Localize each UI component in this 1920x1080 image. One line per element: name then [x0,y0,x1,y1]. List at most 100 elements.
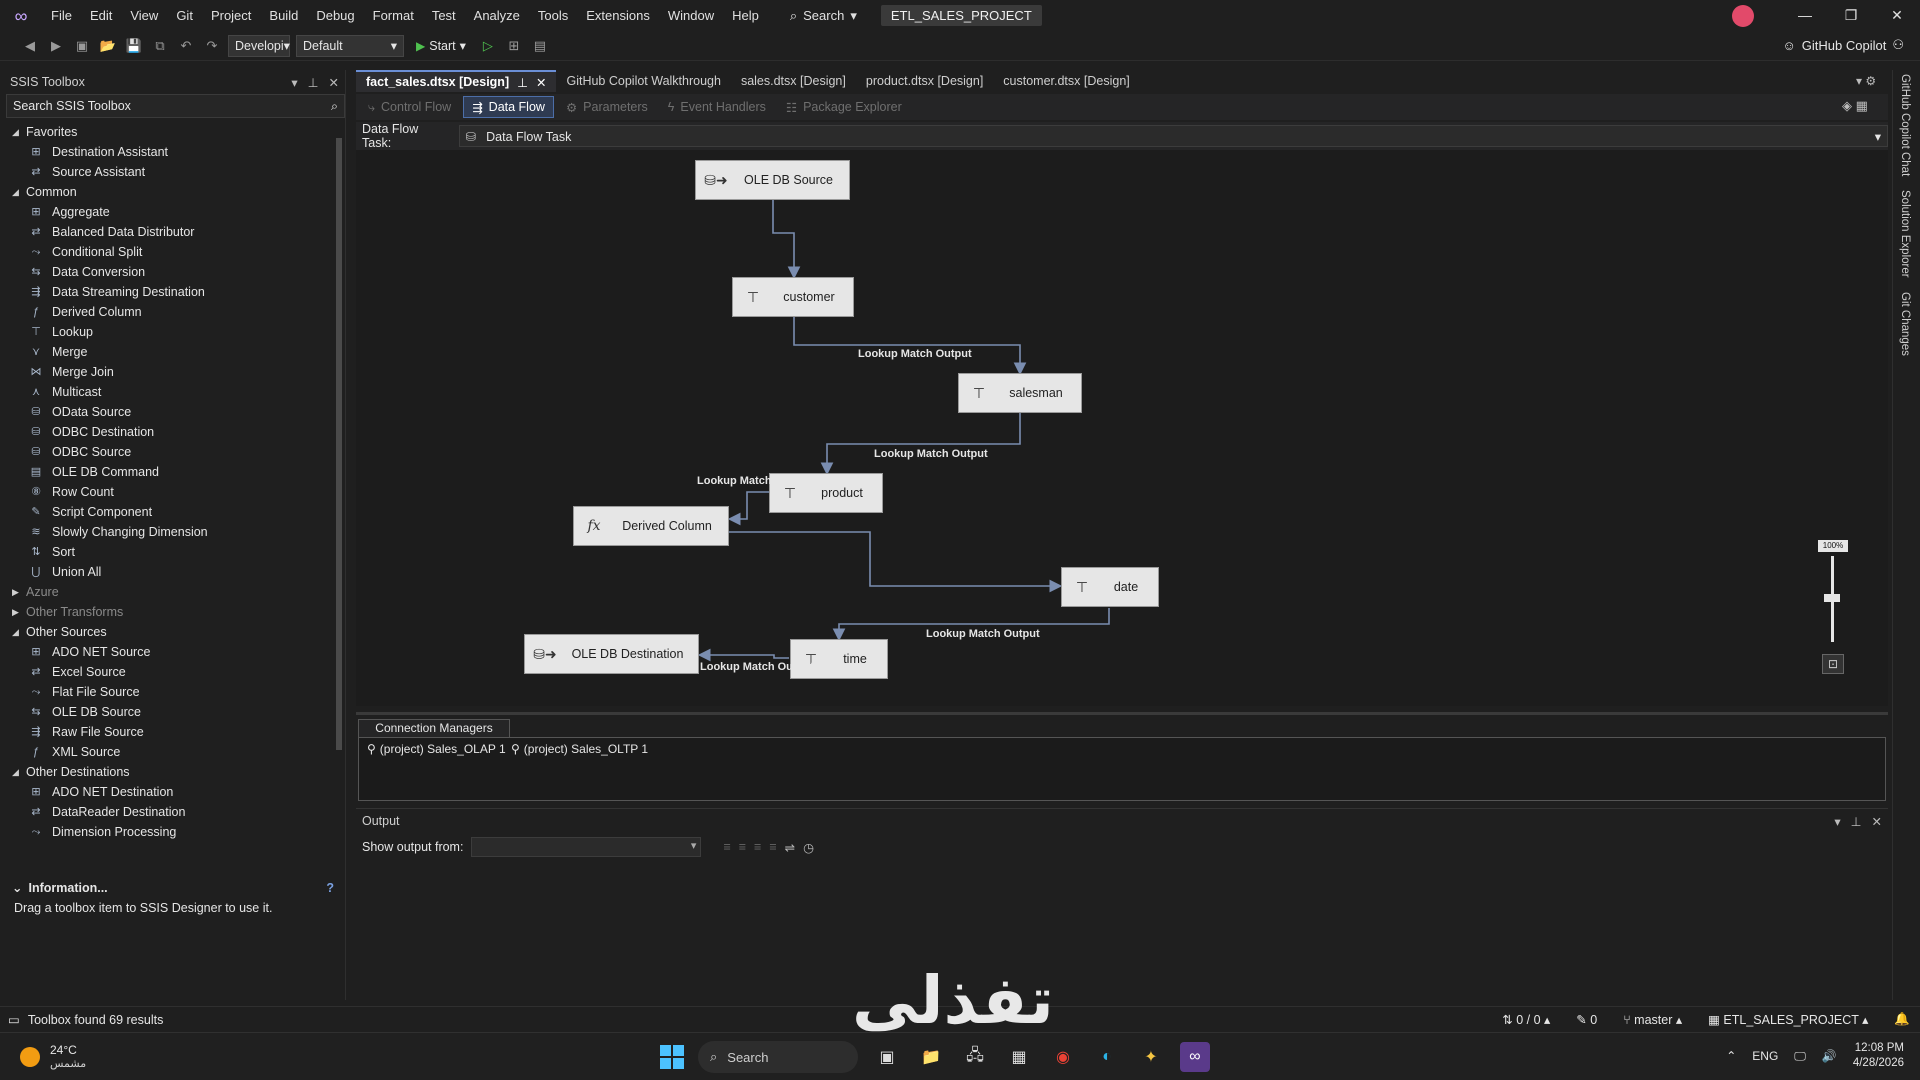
zoom-thumb[interactable] [1824,594,1840,602]
node-salesman-lookup[interactable]: ⊤ salesman [958,373,1082,413]
open-icon[interactable]: 📂 [98,36,118,56]
tab-document[interactable]: GitHub Copilot Walkthrough [556,70,730,92]
toolbox-item[interactable]: ⊤ Lookup [6,322,332,342]
toolbox-item[interactable]: ⋎ Merge [6,342,332,362]
pin-icon[interactable]: ⊥ [308,75,319,90]
toolbox-search-input[interactable]: Search SSIS Toolbox ⌕ [6,94,345,118]
toolbox-item[interactable]: ⇄ Excel Source [6,662,332,682]
undo-icon[interactable]: ↶ [176,36,196,56]
menu-build[interactable]: Build [260,0,307,31]
toolbox-item[interactable]: ⇅ Sort [6,542,332,562]
back-icon[interactable]: ◀ [20,36,40,56]
status-pending-edits[interactable]: ✎ 0 [1576,1012,1597,1027]
node-time-lookup[interactable]: ⊤ time [790,639,888,679]
menu-file[interactable]: File [42,0,81,31]
pin-icon[interactable]: ⊥ [1851,814,1862,829]
rail-github-copilot-chat[interactable]: GitHub Copilot Chat [1899,74,1911,176]
output-source-select[interactable] [471,837,702,857]
previous-message-icon[interactable]: ≡ [739,840,746,854]
toolbox-item[interactable]: ⇶ Data Streaming Destination [6,282,332,302]
notifications-icon[interactable]: 🔔 [1894,1012,1910,1027]
node-product-lookup[interactable]: ⊤ product [769,473,883,513]
tab-package-explorer[interactable]: ☷ Package Explorer [778,96,910,118]
package-icon[interactable]: ⊞ [504,36,524,56]
dropdown-icon[interactable]: ▾ [1834,814,1840,829]
data-flow-task-select[interactable]: ⛁ Data Flow Task ▾ [458,125,1888,147]
new-project-icon[interactable]: ▣ [72,36,92,56]
close-icon[interactable]: ✕ [329,75,339,90]
data-flow-canvas[interactable]: ⛁➜ OLE DB Source ⊤ customer ⊤ salesman ⊤ pro… [356,150,1888,706]
next-message-icon[interactable]: ≡ [754,840,761,854]
tab-parameters[interactable]: ⚙ Parameters [558,96,656,118]
close-icon[interactable]: ✕ [536,75,546,90]
taskbar-search[interactable]: ⌕ Search [698,1041,858,1073]
status-sync[interactable]: ⇅ 0 / 0 ▴ [1502,1012,1550,1027]
tab-document[interactable]: fact_sales.dtsx [Design] ⊥ ✕ [356,70,557,92]
toolbox-item[interactable]: ⋃ Union All [6,562,332,582]
chrome-icon[interactable]: ◉ [1048,1042,1078,1072]
fit-to-window-icon[interactable]: ⊡ [1822,654,1844,674]
menu-extensions[interactable]: Extensions [577,0,659,31]
toolbox-item[interactable]: ⤳ Flat File Source [6,682,332,702]
menu-analyze[interactable]: Analyze [465,0,529,31]
toolbox-item[interactable]: ⤳ Conditional Split [6,242,332,262]
toolbox-item[interactable]: ⤳ Dimension Processing [6,822,332,842]
toolbox-group-other-sources[interactable]: ◢ Other Sources [6,622,332,642]
status-project[interactable]: ▦ ETL_SALES_PROJECT ▴ [1708,1012,1868,1027]
toolbox-item[interactable]: ⛁ ODBC Destination [6,422,332,442]
platform-select[interactable]: Default ▾ [296,34,404,57]
toolbox-item[interactable]: ⑧ Row Count [6,482,332,502]
menu-git[interactable]: Git [167,0,202,31]
node-ole-db-destination[interactable]: ⛁➜ OLE DB Destination [524,634,699,674]
toolbox-item[interactable]: ⋏ Multicast [6,382,332,402]
rail-solution-explorer[interactable]: Solution Explorer [1899,190,1911,278]
save-icon[interactable]: 💾 [124,36,144,56]
start-button[interactable]: ▶ Start ▾ [410,38,472,54]
minimize-button[interactable]: — [1782,0,1828,31]
node-date-lookup[interactable]: ⊤ date [1061,567,1159,607]
close-button[interactable]: ✕ [1874,0,1920,31]
visual-studio-logo-icon[interactable]: ∞ [10,5,32,27]
toolbox-item[interactable]: ⊞ ADO NET Destination [6,782,332,802]
help-icon[interactable]: ? [326,881,334,895]
task-view-icon[interactable]: ▣ [872,1042,902,1072]
store-icon[interactable]: ▦ [1004,1042,1034,1072]
rail-git-changes[interactable]: Git Changes [1899,292,1911,356]
search-button[interactable]: ⌕ Search ▾ [780,8,867,24]
tab-control-flow[interactable]: ⤷ Control Flow [360,96,459,118]
toolbox-item[interactable]: ⛁ ODBC Source [6,442,332,462]
tab-data-flow[interactable]: ⇶ Data Flow [463,96,554,118]
node-ole-db-source[interactable]: ⛁➜ OLE DB Source [695,160,850,200]
configuration-select[interactable]: Developi ▾ [228,34,290,57]
save-all-icon[interactable]: ⧉ [150,36,170,56]
toolbox-item[interactable]: ⇄ Source Assistant [6,162,332,182]
toolbox-item[interactable]: ƒ Derived Column [6,302,332,322]
scrollbar-thumb[interactable] [336,138,342,750]
status-branch[interactable]: ⑂ master ▴ [1623,1012,1682,1027]
toolbox-group-azure[interactable]: ▶ Azure [6,582,332,602]
weather-widget[interactable]: 24°C مشمس [0,1043,200,1070]
variables-icon[interactable]: ◈ ▦ [1842,98,1868,114]
toolbox-group-favorites[interactable]: ◢ Favorites [6,122,332,142]
toolbox-group-other-transforms[interactable]: ▶ Other Transforms [6,602,332,622]
toolbox-group-common[interactable]: ◢ Common [6,182,332,202]
github-copilot-button[interactable]: ☺ GitHub Copilot ⚇ [1783,37,1904,53]
toolbox-item[interactable]: ⇶ Raw File Source [6,722,332,742]
toolbox-item[interactable]: ⇄ DataReader Destination [6,802,332,822]
dropdown-icon[interactable]: ▾ [291,75,297,90]
file-explorer-icon[interactable]: 📁 [916,1042,946,1072]
tab-connection-managers[interactable]: Connection Managers [358,719,510,737]
monitor-icon[interactable]: 🖵 [1794,1049,1806,1064]
node-derived-column[interactable]: fx Derived Column [573,506,729,546]
menu-debug[interactable]: Debug [307,0,363,31]
clear-all-icon[interactable]: ≡ [769,840,776,854]
start-without-debugging-icon[interactable]: ▷ [478,36,498,56]
menu-test[interactable]: Test [423,0,465,31]
toolbox-item[interactable]: ⇆ Data Conversion [6,262,332,282]
menu-format[interactable]: Format [364,0,423,31]
toolbox-item[interactable]: ⛁ OData Source [6,402,332,422]
toolbox-item[interactable]: ⋈ Merge Join [6,362,332,382]
tab-document[interactable]: sales.dtsx [Design] [731,70,856,92]
close-icon[interactable]: ✕ [1872,814,1882,829]
tab-document[interactable]: product.dtsx [Design] [856,70,993,92]
